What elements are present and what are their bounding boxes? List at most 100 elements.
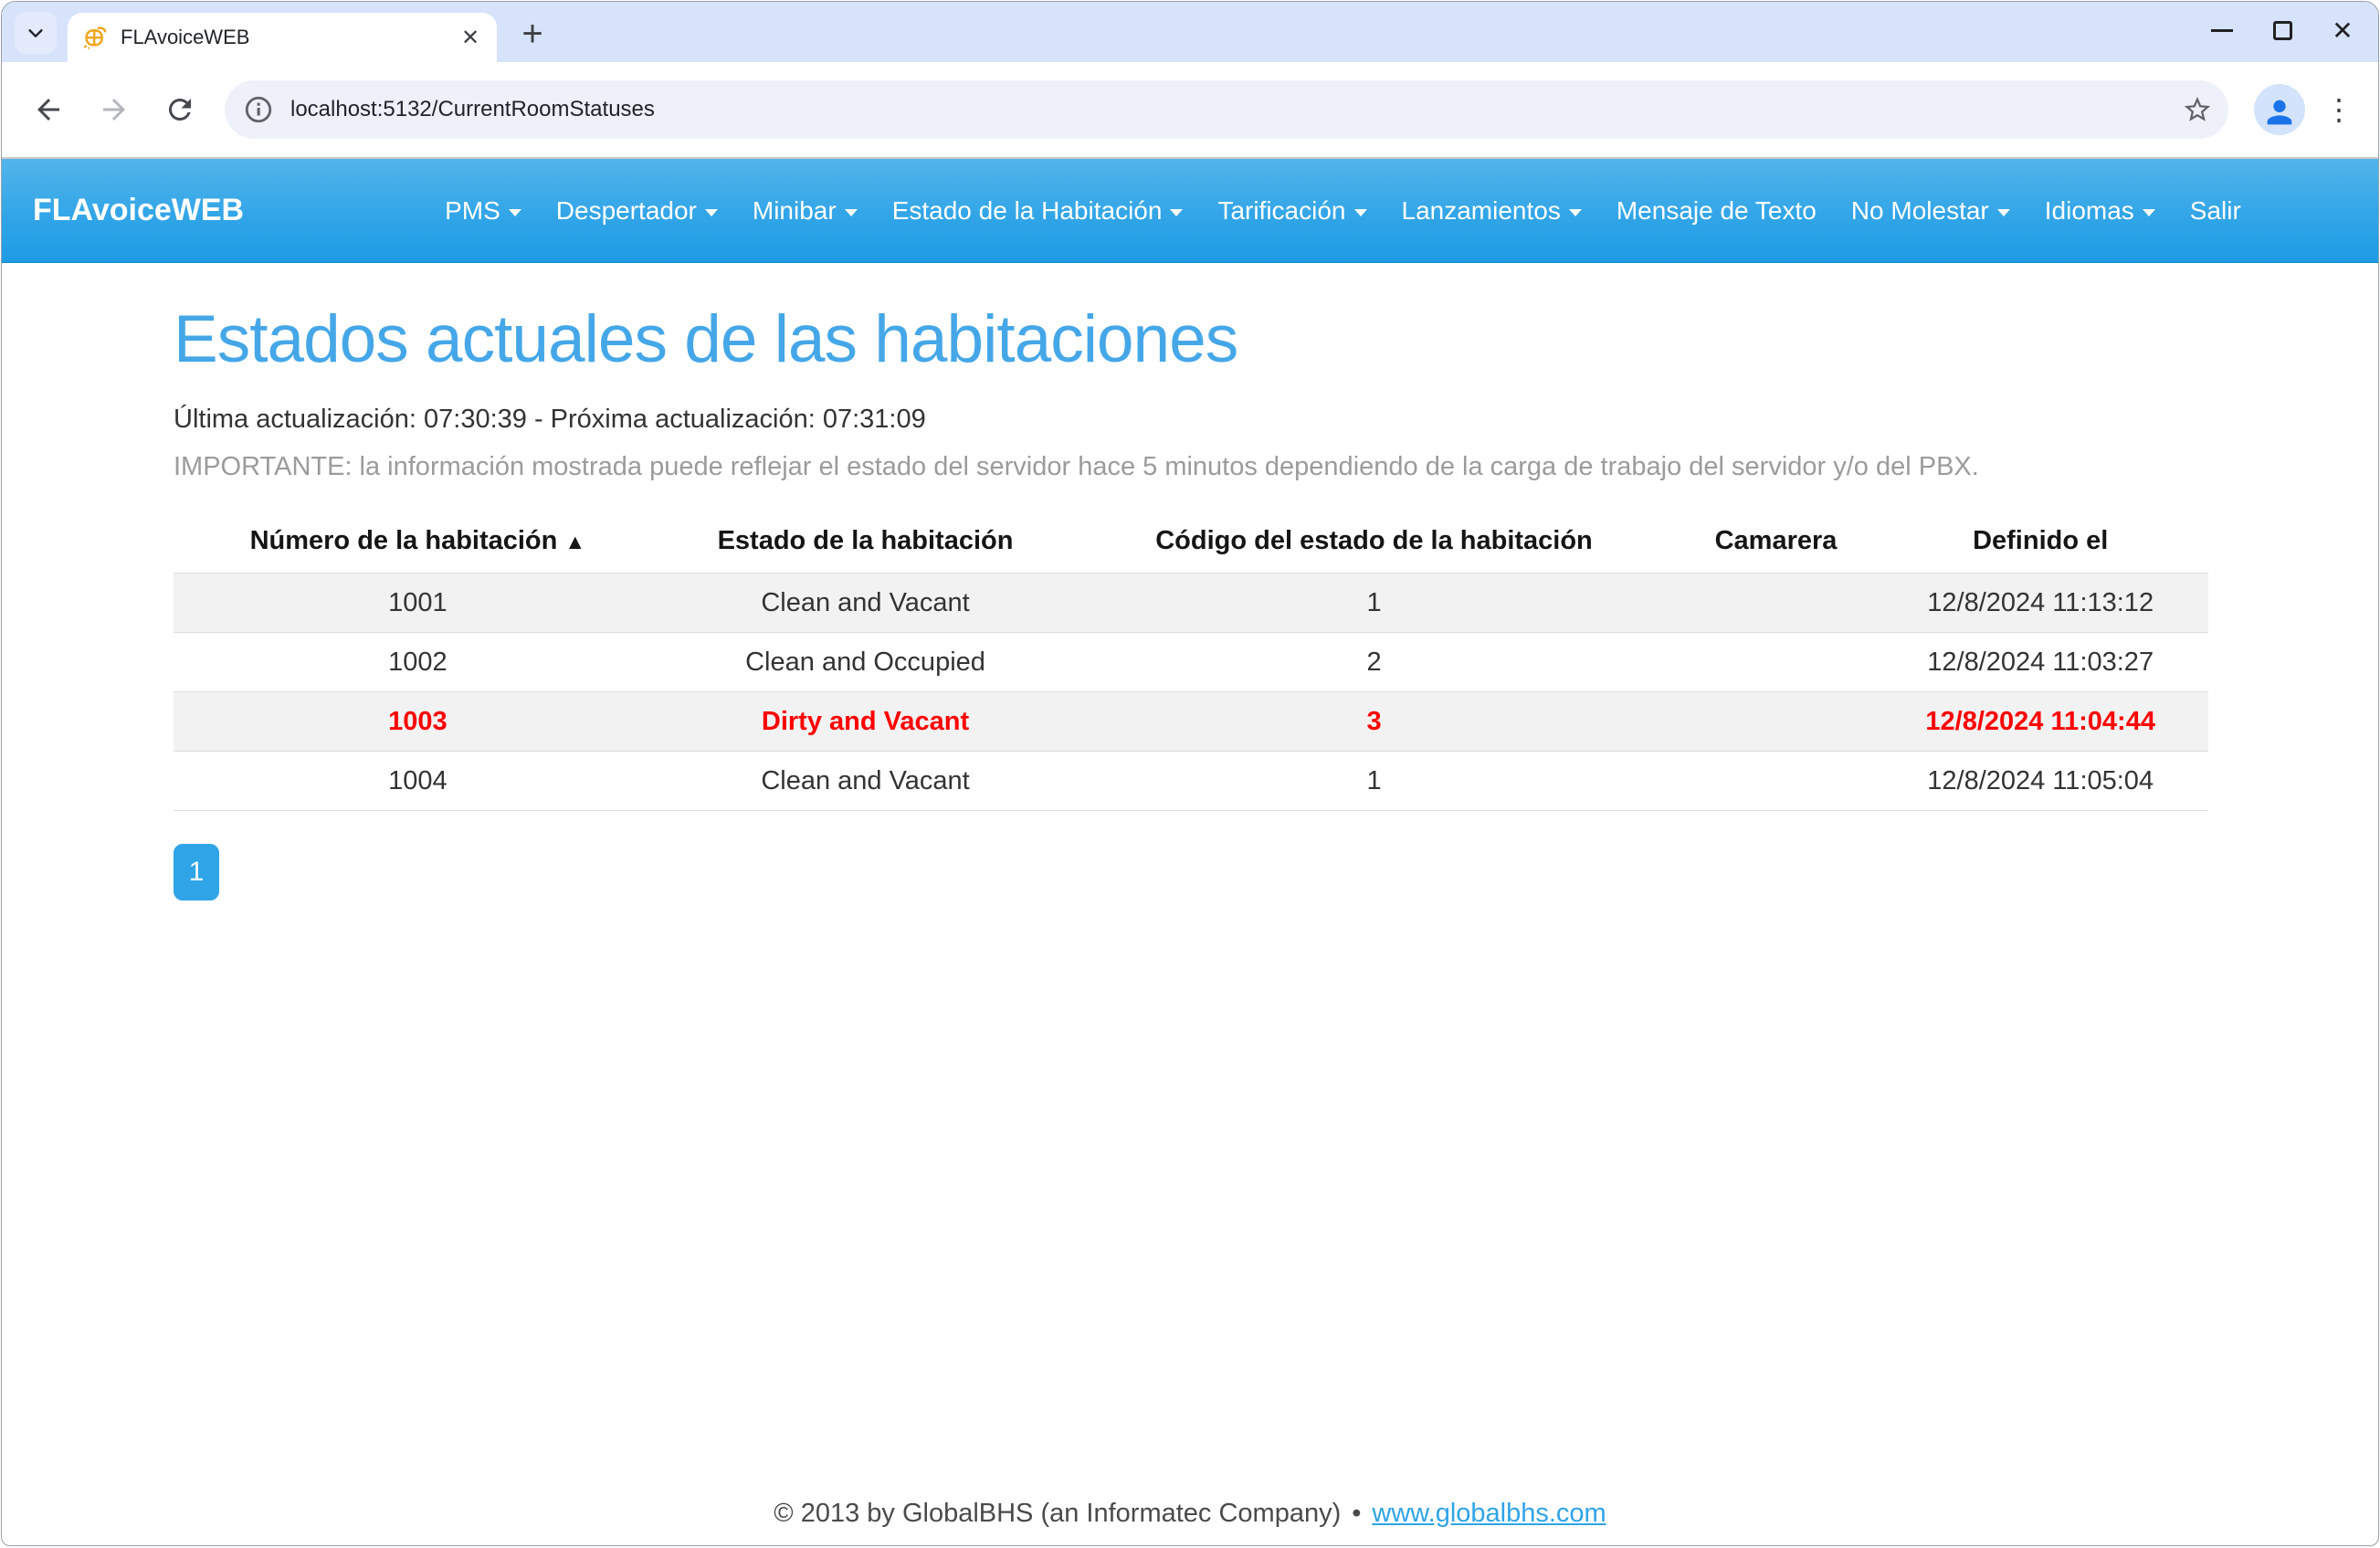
nav-item-salir[interactable]: Salir <box>2190 196 2241 226</box>
browser-window: FLAvoiceWEB ✕ + ✕ localhost:5132/Current… <box>1 1 2379 1546</box>
room-status-table: Número de la habitación ▲ Estado de la ha… <box>174 519 2208 811</box>
back-button[interactable] <box>24 85 73 134</box>
tab-strip: FLAvoiceWEB ✕ + ✕ <box>2 2 2378 62</box>
profile-button[interactable] <box>2254 84 2305 135</box>
tab-title: FLAvoiceWEB <box>121 26 455 49</box>
minimize-icon <box>2211 29 2233 32</box>
important-note-text: IMPORTANTE: la información mostrada pued… <box>174 452 2208 482</box>
nav-item-label: Estado de la Habitación <box>892 196 1163 226</box>
table-row: 1003 Dirty and Vacant 3 12/8/2024 11:04:… <box>174 692 2208 752</box>
column-header-label: Número de la habitación <box>250 526 558 555</box>
cell-room: 1002 <box>174 633 662 692</box>
chevron-down-icon <box>26 23 46 43</box>
cell-room: 1001 <box>174 574 662 633</box>
back-arrow-icon <box>32 93 65 126</box>
page-title: Estados actuales de las habitaciones <box>174 301 2208 377</box>
nav-item-label: Despertador <box>556 196 697 226</box>
caret-down-icon <box>1170 209 1183 216</box>
app-navbar: FLAvoiceWEB PMS Despertador Minibar Esta… <box>2 159 2378 263</box>
caret-down-icon <box>845 209 858 216</box>
nav-item-tarificacion[interactable]: Tarificación <box>1217 196 1366 226</box>
new-tab-button[interactable]: + <box>511 13 553 55</box>
caret-down-icon <box>509 209 521 216</box>
window-maximize-button[interactable] <box>2252 2 2312 58</box>
site-info-icon[interactable] <box>243 94 274 125</box>
cell-maid <box>1680 692 1873 752</box>
nav-item-idiomas[interactable]: Idiomas <box>2045 196 2155 226</box>
nav-item-no-molestar[interactable]: No Molestar <box>1851 196 2010 226</box>
cell-status: Clean and Occupied <box>662 633 1069 692</box>
column-header-room-number[interactable]: Número de la habitación ▲ <box>174 519 662 574</box>
reload-icon <box>163 93 196 126</box>
cell-status: Clean and Vacant <box>662 752 1069 811</box>
address-bar[interactable]: localhost:5132/CurrentRoomStatuses <box>225 80 2228 139</box>
nav-item-estado-habitacion[interactable]: Estado de la Habitación <box>892 196 1184 226</box>
tab-close-icon[interactable]: ✕ <box>455 22 486 53</box>
footer-separator: • <box>1352 1499 1361 1529</box>
nav-item-label: Tarificación <box>1217 196 1345 226</box>
cell-code: 1 <box>1069 752 1679 811</box>
copyright-text: © 2013 by GlobalBHS (an Informatec Compa… <box>774 1499 1341 1529</box>
column-header-set-on[interactable]: Definido el <box>1872 519 2208 574</box>
window-minimize-button[interactable] <box>2192 2 2252 58</box>
cell-set-on: 12/8/2024 11:13:12 <box>1872 574 2208 633</box>
column-header-status-code[interactable]: Código del estado de la habitación <box>1069 519 1679 574</box>
cell-status: Dirty and Vacant <box>662 692 1069 752</box>
nav-item-lanzamientos[interactable]: Lanzamientos <box>1402 196 1582 226</box>
cell-set-on: 12/8/2024 11:03:27 <box>1872 633 2208 692</box>
reload-button[interactable] <box>155 85 205 134</box>
caret-down-icon <box>2143 209 2155 216</box>
window-close-button[interactable]: ✕ <box>2312 2 2373 58</box>
url-text[interactable]: localhost:5132/CurrentRoomStatuses <box>290 97 655 122</box>
main-content: Estados actuales de las habitaciones Últ… <box>2 263 2378 1493</box>
flavoiceweb-favicon-icon <box>82 25 108 50</box>
caret-down-icon <box>1997 209 2010 216</box>
page-footer: © 2013 by GlobalBHS (an Informatec Compa… <box>2 1493 2378 1545</box>
sort-ascending-icon: ▲ <box>564 530 585 553</box>
cell-set-on: 12/8/2024 11:05:04 <box>1872 752 2208 811</box>
caret-down-icon <box>1354 209 1367 216</box>
table-row: 1002 Clean and Occupied 2 12/8/2024 11:0… <box>174 633 2208 692</box>
nav-item-label: Idiomas <box>2045 196 2134 226</box>
nav-item-label: Minibar <box>753 196 837 226</box>
globalbhs-link[interactable]: www.globalbhs.com <box>1372 1499 1606 1529</box>
navbar-brand[interactable]: FLAvoiceWEB <box>33 193 244 228</box>
nav-item-label: Lanzamientos <box>1402 196 1561 226</box>
column-header-maid[interactable]: Camarera <box>1680 519 1873 574</box>
star-icon <box>2182 94 2213 125</box>
profile-avatar-icon <box>2261 94 2298 131</box>
cell-code: 3 <box>1069 692 1679 752</box>
browser-menu-button[interactable]: ⋮ <box>2320 92 2358 127</box>
browser-toolbar: localhost:5132/CurrentRoomStatuses ⋮ <box>2 62 2378 159</box>
pagination: 1 <box>174 844 2208 900</box>
forward-arrow-icon <box>98 93 131 126</box>
nav-item-label: No Molestar <box>1851 196 1989 226</box>
cell-room: 1003 <box>174 692 662 752</box>
nav-item-label: Salir <box>2190 196 2241 226</box>
caret-down-icon <box>705 209 718 216</box>
cell-maid <box>1680 752 1873 811</box>
nav-item-label: Mensaje de Texto <box>1617 196 1817 226</box>
nav-item-minibar[interactable]: Minibar <box>753 196 858 226</box>
cell-maid <box>1680 574 1873 633</box>
nav-item-label: PMS <box>445 196 500 226</box>
navbar-items: PMS Despertador Minibar Estado de la Hab… <box>445 196 2347 226</box>
tab-search-button[interactable] <box>15 12 57 54</box>
update-status-text: Última actualización: 07:30:39 - Próxima… <box>174 405 2208 435</box>
forward-button[interactable] <box>90 85 139 134</box>
cell-code: 2 <box>1069 633 1679 692</box>
maximize-icon <box>2273 21 2292 40</box>
cell-set-on: 12/8/2024 11:04:44 <box>1872 692 2208 752</box>
nav-item-mensaje-de-texto[interactable]: Mensaje de Texto <box>1617 196 1817 226</box>
column-header-room-status[interactable]: Estado de la habitación <box>662 519 1069 574</box>
cell-code: 1 <box>1069 574 1679 633</box>
table-row: 1001 Clean and Vacant 1 12/8/2024 11:13:… <box>174 574 2208 633</box>
table-row: 1004 Clean and Vacant 1 12/8/2024 11:05:… <box>174 752 2208 811</box>
cell-status: Clean and Vacant <box>662 574 1069 633</box>
nav-item-pms[interactable]: PMS <box>445 196 521 226</box>
page-1-button[interactable]: 1 <box>174 844 219 900</box>
browser-tab[interactable]: FLAvoiceWEB ✕ <box>68 13 497 62</box>
bookmark-button[interactable] <box>2175 88 2219 132</box>
caret-down-icon <box>1569 209 1582 216</box>
nav-item-despertador[interactable]: Despertador <box>556 196 718 226</box>
